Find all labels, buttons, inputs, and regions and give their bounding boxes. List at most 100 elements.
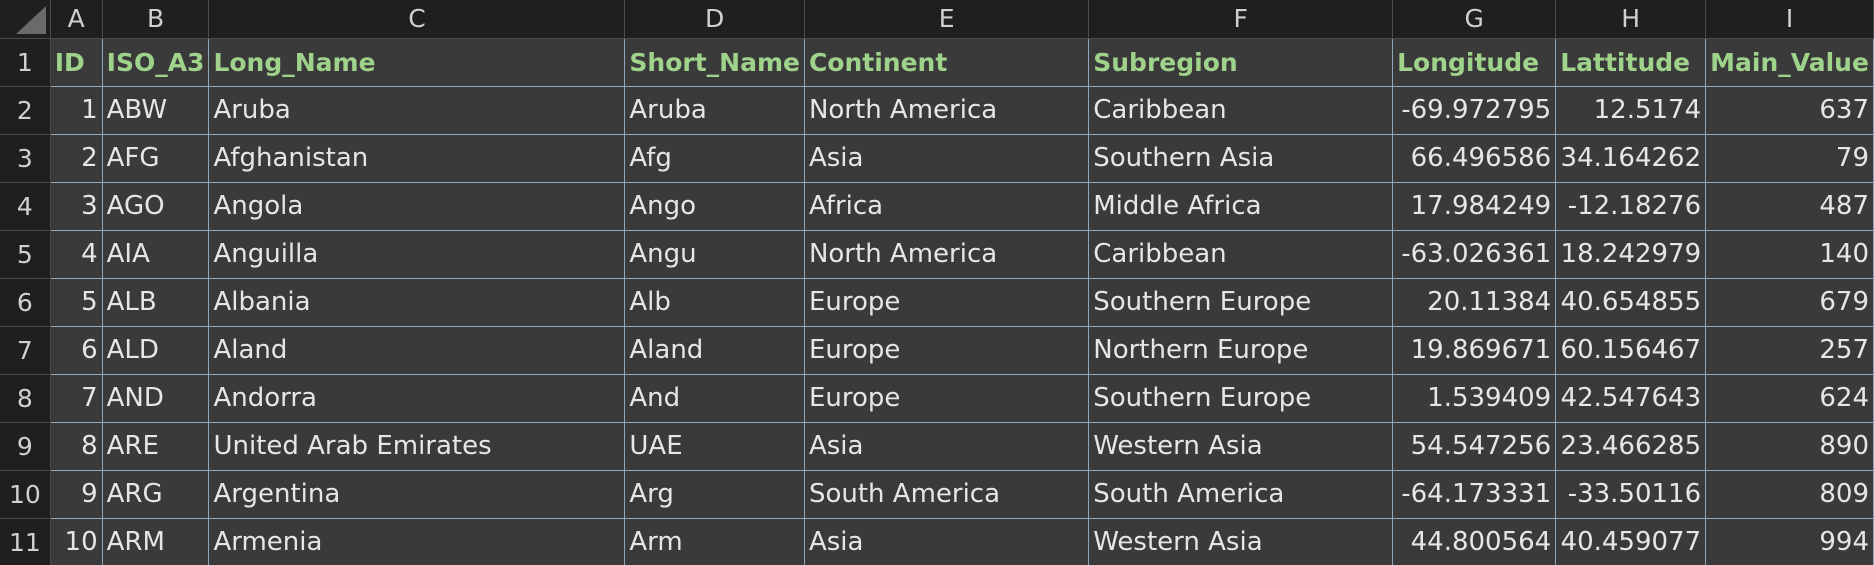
cell-subregion[interactable]: Caribbean	[1088, 230, 1394, 279]
cell-header-iso-a3[interactable]: ISO_A3	[102, 38, 210, 87]
cell-subregion[interactable]: South America	[1088, 470, 1394, 519]
cell-long-name[interactable]: Afghanistan	[208, 134, 626, 183]
cell-continent[interactable]: Europe	[804, 326, 1090, 375]
cell-continent[interactable]: Europe	[804, 374, 1090, 423]
cell-header-longitude[interactable]: Longitude	[1392, 38, 1557, 87]
cell-lattitude[interactable]: -12.18276	[1555, 182, 1707, 231]
cell-short-name[interactable]: Afg	[624, 134, 805, 183]
cell-long-name[interactable]: Armenia	[208, 518, 626, 565]
cell-subregion[interactable]: Western Asia	[1088, 422, 1394, 471]
row-header[interactable]: 2	[0, 86, 51, 135]
cell-main-value[interactable]: 637	[1705, 86, 1874, 135]
row-header[interactable]: 11	[0, 518, 51, 565]
cell-subregion[interactable]: Western Asia	[1088, 518, 1394, 565]
cell-id[interactable]: 8	[50, 422, 103, 471]
row-header[interactable]: 6	[0, 278, 51, 327]
cell-continent[interactable]: Asia	[804, 422, 1090, 471]
cell-short-name[interactable]: Angu	[624, 230, 805, 279]
column-header-f[interactable]: F	[1088, 0, 1394, 39]
cell-iso-a3[interactable]: AND	[102, 374, 210, 423]
cell-header-short-name[interactable]: Short_Name	[624, 38, 805, 87]
cell-iso-a3[interactable]: AGO	[102, 182, 210, 231]
cell-long-name[interactable]: United Arab Emirates	[208, 422, 626, 471]
cell-iso-a3[interactable]: ARE	[102, 422, 210, 471]
cell-lattitude[interactable]: 12.5174	[1555, 86, 1707, 135]
cell-subregion[interactable]: Southern Europe	[1088, 278, 1394, 327]
cell-main-value[interactable]: 79	[1705, 134, 1874, 183]
cell-longitude[interactable]: 20.11384	[1392, 278, 1557, 327]
cell-long-name[interactable]: Andorra	[208, 374, 626, 423]
cell-longitude[interactable]: 17.984249	[1392, 182, 1557, 231]
cell-iso-a3[interactable]: ARM	[102, 518, 210, 565]
row-header[interactable]: 5	[0, 230, 51, 279]
cell-lattitude[interactable]: 18.242979	[1555, 230, 1707, 279]
cell-long-name[interactable]: Aruba	[208, 86, 626, 135]
cell-lattitude[interactable]: 40.654855	[1555, 278, 1707, 327]
cell-main-value[interactable]: 140	[1705, 230, 1874, 279]
cell-main-value[interactable]: 487	[1705, 182, 1874, 231]
cell-short-name[interactable]: Aruba	[624, 86, 805, 135]
cell-long-name[interactable]: Anguilla	[208, 230, 626, 279]
cell-id[interactable]: 3	[50, 182, 103, 231]
cell-lattitude[interactable]: 34.164262	[1555, 134, 1707, 183]
cell-subregion[interactable]: Northern Europe	[1088, 326, 1394, 375]
cell-longitude[interactable]: 19.869671	[1392, 326, 1557, 375]
cell-longitude[interactable]: -63.026361	[1392, 230, 1557, 279]
cell-header-continent[interactable]: Continent	[804, 38, 1090, 87]
cell-header-main-value[interactable]: Main_Value	[1705, 38, 1874, 87]
cell-longitude[interactable]: -69.972795	[1392, 86, 1557, 135]
cell-main-value[interactable]: 994	[1705, 518, 1874, 565]
cell-subregion[interactable]: Caribbean	[1088, 86, 1394, 135]
cell-lattitude[interactable]: 42.547643	[1555, 374, 1707, 423]
cell-longitude[interactable]: -64.173331	[1392, 470, 1557, 519]
cell-short-name[interactable]: Arg	[624, 470, 805, 519]
cell-subregion[interactable]: Southern Europe	[1088, 374, 1394, 423]
column-header-c[interactable]: C	[208, 0, 626, 39]
row-header[interactable]: 4	[0, 182, 51, 231]
cell-long-name[interactable]: Angola	[208, 182, 626, 231]
cell-header-long-name[interactable]: Long_Name	[208, 38, 626, 87]
select-all-corner[interactable]	[0, 0, 51, 39]
row-header[interactable]: 3	[0, 134, 51, 183]
cell-subregion[interactable]: Southern Asia	[1088, 134, 1394, 183]
cell-id[interactable]: 10	[50, 518, 103, 565]
cell-main-value[interactable]: 257	[1705, 326, 1874, 375]
cell-iso-a3[interactable]: AFG	[102, 134, 210, 183]
cell-subregion[interactable]: Middle Africa	[1088, 182, 1394, 231]
cell-short-name[interactable]: Alb	[624, 278, 805, 327]
cell-longitude[interactable]: 1.539409	[1392, 374, 1557, 423]
cell-short-name[interactable]: And	[624, 374, 805, 423]
cell-main-value[interactable]: 624	[1705, 374, 1874, 423]
cell-continent[interactable]: North America	[804, 86, 1090, 135]
cell-continent[interactable]: Europe	[804, 278, 1090, 327]
cell-continent[interactable]: Asia	[804, 518, 1090, 565]
cell-id[interactable]: 4	[50, 230, 103, 279]
cell-iso-a3[interactable]: AIA	[102, 230, 210, 279]
cell-id[interactable]: 2	[50, 134, 103, 183]
cell-id[interactable]: 7	[50, 374, 103, 423]
row-header[interactable]: 9	[0, 422, 51, 471]
column-header-b[interactable]: B	[102, 0, 210, 39]
cell-longitude[interactable]: 66.496586	[1392, 134, 1557, 183]
cell-long-name[interactable]: Argentina	[208, 470, 626, 519]
cell-lattitude[interactable]: 23.466285	[1555, 422, 1707, 471]
cell-main-value[interactable]: 679	[1705, 278, 1874, 327]
cell-iso-a3[interactable]: ABW	[102, 86, 210, 135]
cell-short-name[interactable]: Ango	[624, 182, 805, 231]
cell-long-name[interactable]: Albania	[208, 278, 626, 327]
cell-main-value[interactable]: 809	[1705, 470, 1874, 519]
cell-long-name[interactable]: Aland	[208, 326, 626, 375]
row-header[interactable]: 10	[0, 470, 51, 519]
cell-id[interactable]: 1	[50, 86, 103, 135]
cell-iso-a3[interactable]: ARG	[102, 470, 210, 519]
column-header-a[interactable]: A	[50, 0, 103, 39]
column-header-g[interactable]: G	[1392, 0, 1557, 39]
column-header-d[interactable]: D	[624, 0, 805, 39]
cell-lattitude[interactable]: -33.50116	[1555, 470, 1707, 519]
cell-header-id[interactable]: ID	[50, 38, 103, 87]
cell-id[interactable]: 5	[50, 278, 103, 327]
cell-continent[interactable]: Asia	[804, 134, 1090, 183]
cell-id[interactable]: 6	[50, 326, 103, 375]
cell-lattitude[interactable]: 40.459077	[1555, 518, 1707, 565]
cell-short-name[interactable]: Aland	[624, 326, 805, 375]
